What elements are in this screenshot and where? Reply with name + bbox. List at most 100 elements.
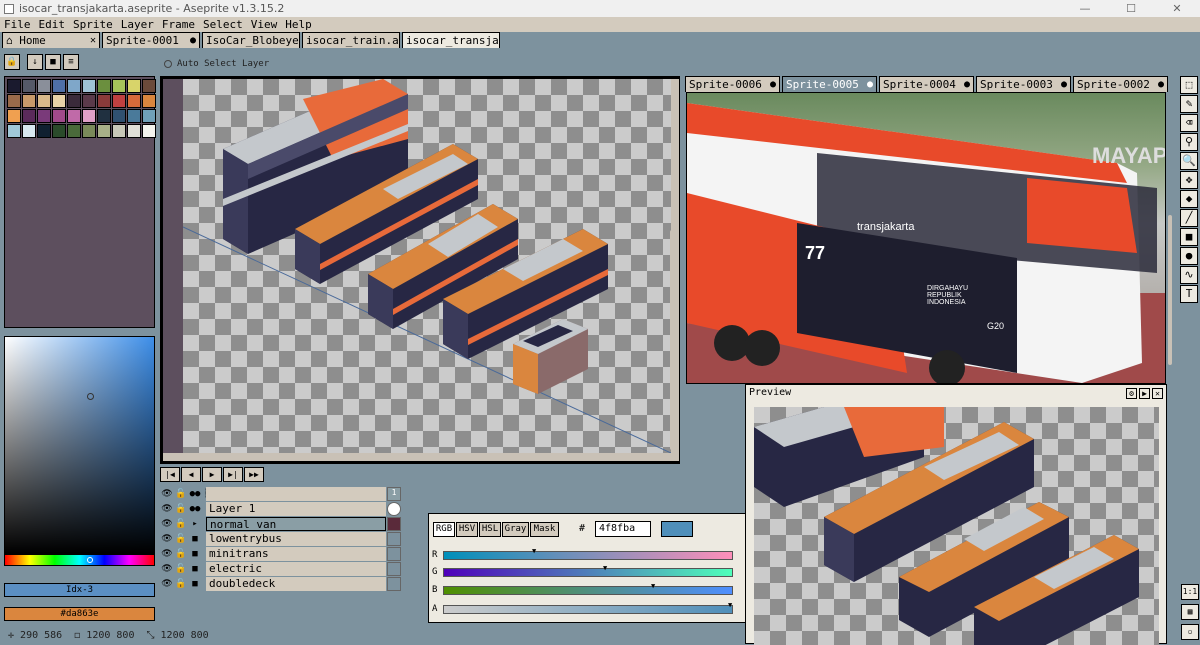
folder-icon[interactable]: ▸ — [188, 519, 202, 529]
layer-name[interactable]: normal van — [206, 516, 386, 531]
blur-tool-icon[interactable]: ∿ — [1180, 266, 1198, 284]
slider-knob[interactable]: ▼ — [532, 547, 536, 555]
tab-sprite-0002[interactable]: Sprite-0002 ● — [1073, 76, 1168, 92]
modified-dot-icon[interactable]: ● — [867, 79, 873, 90]
maximize-button[interactable]: ☐ — [1108, 0, 1154, 17]
preview-close-icon[interactable]: ✕ — [1152, 388, 1163, 399]
canvas-area[interactable] — [163, 79, 679, 461]
folder-icon[interactable]: ■ — [188, 579, 202, 589]
lock-icon[interactable]: 🔓 — [174, 564, 188, 574]
palette-swatch[interactable] — [142, 79, 156, 93]
lock-icon[interactable]: 🔓 — [174, 519, 188, 529]
eye-icon[interactable]: 👁 — [160, 549, 174, 559]
tab-isocar-transjakarta[interactable]: isocar_transjak✕ — [402, 32, 500, 48]
folder-icon[interactable]: ■ — [188, 549, 202, 559]
layer-name[interactable]: electric — [206, 561, 386, 576]
palette-swatch[interactable] — [67, 94, 81, 108]
hue-cursor[interactable] — [87, 557, 93, 563]
tab-isocar-train[interactable]: isocar_train.ase✕ — [302, 32, 400, 48]
previous-frame-icon[interactable]: ◀ — [181, 467, 201, 482]
layer-row[interactable]: 👁 🔓 ■ minitrans — [160, 546, 403, 561]
tab-sprite-0001[interactable]: Sprite-0001 ● — [102, 32, 200, 48]
cel[interactable] — [387, 531, 401, 546]
layer-row[interactable]: 👁 🔓 ■ doubledeck — [160, 576, 403, 591]
sort-icon[interactable]: ↓ — [27, 54, 43, 70]
layer-row[interactable]: 👁 🔓 ■ electric — [160, 561, 403, 576]
palette-swatch[interactable] — [67, 79, 81, 93]
eye-icon[interactable]: 👁 — [160, 489, 174, 499]
slider-knob[interactable]: ▼ — [603, 564, 607, 572]
cel-selected[interactable] — [387, 516, 401, 531]
more-tools-icon[interactable]: ▫ — [1181, 624, 1199, 640]
layer-name[interactable]: minitrans — [206, 546, 386, 561]
blue-slider[interactable]: ▼ — [443, 582, 733, 595]
foreground-color-index[interactable]: Idx-3 — [4, 583, 155, 597]
palette-swatch[interactable] — [37, 94, 51, 108]
eye-icon[interactable]: 👁 — [160, 504, 174, 514]
modified-dot-icon[interactable]: ● — [1061, 79, 1067, 90]
palette-swatch[interactable] — [97, 109, 111, 123]
slider-knob[interactable]: ▼ — [728, 601, 732, 609]
first-frame-icon[interactable]: |◀ — [160, 467, 180, 482]
tab-sprite-0005[interactable]: Sprite-0005 ● — [782, 76, 877, 92]
menu-view[interactable]: View — [247, 18, 282, 31]
palette-swatch[interactable] — [37, 109, 51, 123]
eye-icon[interactable]: 👁 — [160, 579, 174, 589]
canvas-vertical-scrollbar[interactable] — [670, 230, 674, 450]
palette-swatch[interactable] — [7, 79, 21, 93]
palette-swatch[interactable] — [97, 124, 111, 138]
picker-cursor[interactable] — [87, 393, 94, 400]
tab-sprite-0004[interactable]: Sprite-0004 ● — [879, 76, 974, 92]
lock-icon[interactable]: 🔓 — [174, 549, 188, 559]
palette-swatch[interactable] — [22, 109, 36, 123]
menu-edit[interactable]: Edit — [35, 18, 70, 31]
menu-select[interactable]: Select — [199, 18, 247, 31]
palette-swatch[interactable] — [97, 94, 111, 108]
auto-select-layer-toggle[interactable]: Auto Select Layer — [164, 59, 269, 69]
lock-icon[interactable]: 🔓 — [174, 579, 188, 589]
palette-swatch[interactable] — [82, 94, 96, 108]
sprite-canvas[interactable] — [183, 79, 671, 453]
presets-icon[interactable]: ■ — [45, 54, 61, 70]
palette-swatch[interactable] — [82, 124, 96, 138]
menu-file[interactable]: File — [0, 18, 35, 31]
tab-isocar-blobeye[interactable]: IsoCar_Blobeye✕ — [202, 32, 300, 48]
zoom-1-1-button[interactable]: 1:1 — [1181, 584, 1199, 600]
palette-swatch[interactable] — [142, 109, 156, 123]
menu-sprite[interactable]: Sprite — [69, 18, 117, 31]
palette-swatch[interactable] — [112, 94, 126, 108]
preview-canvas[interactable] — [754, 407, 1159, 645]
layer-name[interactable]: lowentrybus — [206, 531, 386, 546]
palette-swatch[interactable] — [142, 124, 156, 138]
mode-gray-button[interactable]: Gray — [502, 522, 529, 537]
palette-swatch[interactable] — [127, 79, 141, 93]
eye-icon[interactable]: 👁 — [160, 564, 174, 574]
lock-icon[interactable]: 🔓 — [174, 504, 188, 514]
palette-swatch[interactable] — [7, 94, 21, 108]
continuous-icon[interactable]: ●● — [188, 504, 202, 514]
palette-swatch[interactable] — [67, 124, 81, 138]
minimize-button[interactable]: — — [1062, 0, 1108, 17]
hex-input[interactable]: 4f8fba — [595, 521, 651, 537]
layer-row[interactable]: 👁 🔓 ■ lowentrybus — [160, 531, 403, 546]
palette-swatch[interactable] — [142, 94, 156, 108]
tab-sprite-0006[interactable]: Sprite-0006 ● — [685, 76, 780, 92]
palette-swatch[interactable] — [37, 79, 51, 93]
cel[interactable] — [387, 576, 401, 591]
cel[interactable] — [387, 546, 401, 561]
next-frame-icon[interactable]: ▶| — [223, 467, 243, 482]
palette-swatch[interactable] — [52, 109, 66, 123]
layer-name[interactable]: doubledeck — [206, 576, 386, 591]
cel[interactable] — [387, 561, 401, 576]
menu-frame[interactable]: Frame — [158, 18, 199, 31]
modified-dot-icon[interactable]: ● — [190, 35, 196, 46]
palette-swatch[interactable] — [7, 109, 21, 123]
palette-swatch[interactable] — [127, 124, 141, 138]
folder-icon[interactable]: ■ — [188, 564, 202, 574]
close-icon[interactable]: ✕ — [90, 35, 96, 46]
palette-swatch[interactable] — [112, 109, 126, 123]
background-color-hex[interactable]: #da863e — [4, 607, 155, 621]
mode-hsl-button[interactable]: HSL — [479, 522, 501, 537]
palette-swatch[interactable] — [52, 79, 66, 93]
tab-home[interactable]: ⌂ Home ✕ — [2, 32, 100, 48]
